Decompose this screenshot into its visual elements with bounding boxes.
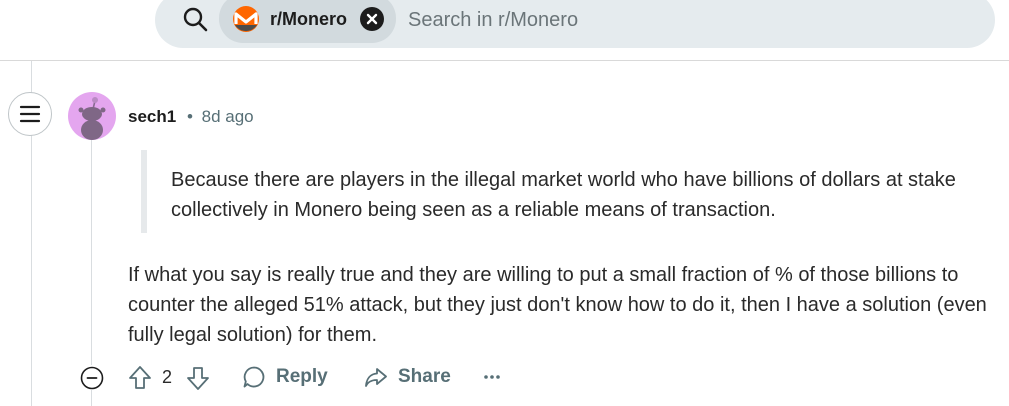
comment-meta: sech1 • 8d ago [128, 107, 254, 127]
comment-body: If what you say is really true and they … [128, 264, 987, 346]
reply-button[interactable]: Reply [242, 362, 328, 392]
community-chip-label: r/Monero [270, 9, 348, 29]
comment-time[interactable]: 8d ago [202, 107, 254, 126]
page: r/Monero Search in r/Monero sech1 • 8d a… [0, 0, 1009, 406]
search-input[interactable]: Search in r/Monero [408, 9, 578, 32]
comment-thread-line[interactable] [91, 140, 92, 365]
vote-count: 2 [162, 367, 173, 387]
blockquote-bar [141, 150, 147, 233]
speech-bubble-icon [243, 366, 265, 388]
upvote-button[interactable] [128, 365, 152, 391]
header-divider [0, 60, 1009, 61]
close-icon[interactable] [360, 7, 384, 31]
hamburger-icon [19, 105, 41, 123]
search-icon[interactable] [182, 6, 208, 32]
share-arrow-icon [365, 368, 387, 387]
meta-separator: • [186, 107, 193, 126]
comment-thread-line-continued[interactable] [91, 390, 92, 406]
share-label: Share [398, 366, 451, 387]
collapse-button[interactable] [80, 366, 104, 390]
reply-label: Reply [276, 366, 328, 387]
avatar[interactable] [68, 92, 116, 140]
ellipsis-icon [484, 375, 500, 379]
monero-logo-icon [233, 6, 259, 32]
author-name[interactable]: sech1 [128, 107, 176, 126]
blockquote-text: Because there are players in the illegal… [171, 169, 956, 221]
share-button[interactable]: Share [364, 362, 451, 392]
arrow-down-icon [187, 367, 209, 390]
snoo-avatar-icon [78, 97, 106, 140]
more-options-button[interactable] [482, 368, 502, 386]
downvote-button[interactable] [186, 365, 210, 391]
minus-circle-icon [80, 366, 104, 390]
menu-button[interactable] [8, 92, 52, 136]
arrow-up-icon [129, 366, 151, 389]
